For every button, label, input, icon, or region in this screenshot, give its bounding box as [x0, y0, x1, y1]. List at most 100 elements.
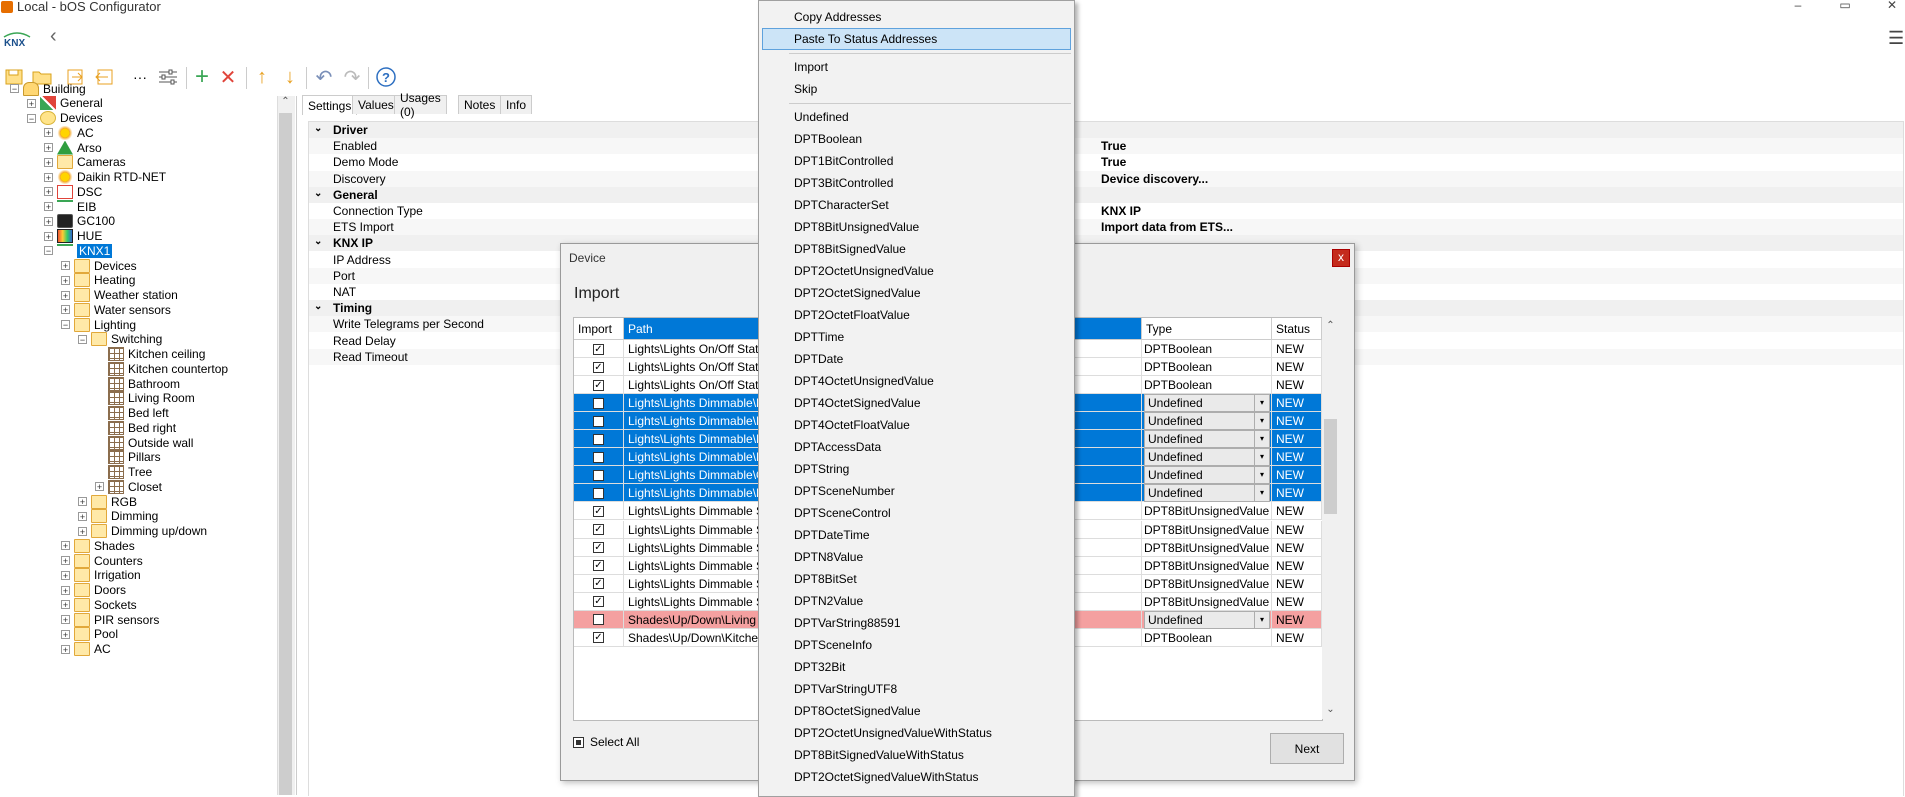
back-arrow-icon[interactable]: ‹ [50, 25, 57, 48]
type-cell[interactable]: DPTBoolean [1142, 376, 1272, 395]
expand-icon[interactable]: + [78, 511, 87, 521]
property-row[interactable]: Enabled True [309, 138, 1903, 155]
tree-scroll-thumb[interactable] [279, 113, 292, 795]
import-checkbox[interactable]: ✓ [593, 343, 604, 355]
context-menu-item[interactable]: DPT4OctetUnsignedValue [759, 370, 1074, 392]
type-dropdown[interactable]: Undefined ▾ [1144, 394, 1270, 413]
next-button[interactable]: Next [1270, 733, 1344, 764]
context-menu-item[interactable]: DPT2OctetFloatValue [759, 304, 1074, 326]
type-dropdown[interactable]: Undefined ▾ [1144, 448, 1270, 467]
import-checkbox[interactable]: ✓ [593, 560, 604, 572]
chevron-down-icon[interactable]: ▾ [1254, 449, 1269, 466]
move-down-icon[interactable]: ↓ [278, 64, 302, 90]
type-cell[interactable]: DPT8BitUnsignedValue [1142, 556, 1272, 575]
type-dropdown[interactable]: Undefined ▾ [1144, 466, 1270, 485]
chevron-down-icon[interactable]: ▾ [1254, 413, 1269, 430]
type-cell[interactable]: Undefined ▾ [1142, 394, 1272, 413]
import-checkbox[interactable]: ✓ [593, 524, 604, 535]
close-window-button[interactable]: ✕ [1880, 0, 1904, 12]
tree-item[interactable]: + AC [61, 641, 111, 658]
type-cell[interactable]: Undefined ▾ [1142, 466, 1272, 485]
import-checkbox[interactable] [593, 614, 604, 626]
column-header-type[interactable]: Type [1142, 318, 1272, 340]
expand-icon[interactable]: + [61, 615, 70, 625]
context-menu-item[interactable]: DPT1BitControlled [759, 150, 1074, 172]
import-checkbox[interactable] [593, 433, 604, 445]
expand-icon[interactable]: + [44, 143, 53, 153]
maximize-button[interactable]: ▭ [1833, 0, 1857, 12]
type-cell[interactable]: DPTBoolean [1142, 628, 1272, 647]
context-menu-item[interactable]: DPT2OctetUnsignedValue [759, 260, 1074, 282]
collapse-icon[interactable]: − [61, 320, 70, 330]
minimize-button[interactable]: – [1786, 0, 1810, 12]
expand-icon[interactable]: + [44, 157, 53, 167]
type-cell[interactable]: DPT8BitUnsignedValue [1142, 502, 1272, 521]
context-menu-item[interactable]: DPT8BitSet [759, 568, 1074, 590]
import-icon[interactable] [92, 64, 116, 90]
chevron-down-icon[interactable]: ▾ [1254, 431, 1269, 448]
expand-icon[interactable]: + [27, 98, 36, 108]
type-dropdown[interactable]: Undefined ▾ [1144, 610, 1270, 629]
type-cell[interactable]: DPT8BitUnsignedValue [1142, 574, 1272, 593]
collapse-category-icon[interactable]: ⌄ [314, 236, 322, 247]
tab-notes[interactable]: Notes [458, 95, 502, 114]
tab-info[interactable]: Info [500, 95, 533, 114]
more-icon[interactable]: ··· [128, 64, 152, 90]
context-menu-item[interactable]: DPTVarStringUTF8 [759, 678, 1074, 700]
add-icon[interactable]: + [190, 63, 214, 90]
menu-icon[interactable]: ☰ [1888, 28, 1904, 49]
import-checkbox[interactable] [593, 451, 604, 463]
collapse-icon[interactable]: − [44, 246, 53, 256]
type-dropdown[interactable]: Undefined ▾ [1144, 484, 1270, 503]
context-menu-item[interactable]: DPTDate [759, 348, 1074, 370]
context-menu-item[interactable]: DPTDateTime [759, 524, 1074, 546]
expand-icon[interactable]: + [61, 570, 70, 580]
import-checkbox[interactable] [593, 397, 604, 409]
tree-scroll-up-arrow[interactable]: ⌃ [279, 96, 292, 112]
expand-icon[interactable]: + [61, 585, 70, 595]
collapse-category-icon[interactable]: ⌄ [314, 123, 322, 134]
type-cell[interactable]: Undefined ▾ [1142, 430, 1272, 449]
type-cell[interactable]: Undefined ▾ [1142, 412, 1272, 431]
chevron-down-icon[interactable]: ▾ [1254, 611, 1269, 628]
type-cell[interactable]: DPTBoolean [1142, 340, 1272, 358]
collapse-icon[interactable]: − [10, 84, 19, 94]
context-menu-item[interactable]: DPT8BitSignedValueWithStatus [759, 744, 1074, 766]
context-menu-item[interactable]: DPT32Bit [759, 656, 1074, 678]
collapse-category-icon[interactable]: ⌄ [314, 301, 322, 312]
expand-icon[interactable]: + [44, 187, 53, 197]
context-menu-item[interactable]: Skip [759, 78, 1074, 100]
context-menu-item[interactable]: DPTSceneControl [759, 502, 1074, 524]
expand-icon[interactable]: + [61, 556, 70, 566]
column-header-status[interactable]: Status [1272, 318, 1322, 340]
expand-icon[interactable]: + [61, 629, 70, 639]
move-up-icon[interactable]: ↑ [250, 64, 274, 90]
tab-settings[interactable]: Settings [302, 95, 358, 115]
table-scrollbar[interactable] [1322, 317, 1339, 719]
expand-icon[interactable]: + [61, 644, 70, 654]
context-menu-item[interactable]: DPTVarString88591 [759, 612, 1074, 634]
undo-icon[interactable]: ↶ [312, 64, 336, 90]
property-category[interactable]: ⌄ Driver [309, 122, 1903, 138]
expand-icon[interactable]: + [61, 541, 70, 551]
type-cell[interactable]: Undefined ▾ [1142, 610, 1272, 629]
property-value[interactable]: True [1101, 139, 1126, 153]
type-dropdown[interactable]: Undefined ▾ [1144, 430, 1270, 449]
import-checkbox[interactable]: ✓ [593, 379, 604, 391]
context-menu-item[interactable]: DPT8BitUnsignedValue [759, 216, 1074, 238]
property-value[interactable]: KNX IP [1101, 204, 1141, 218]
settings-sliders-icon[interactable] [156, 64, 180, 90]
property-row[interactable]: ETS Import Import data from ETS... [309, 219, 1903, 236]
context-menu-item[interactable]: DPTTime [759, 326, 1074, 348]
select-all-box[interactable] [573, 736, 584, 748]
expand-icon[interactable]: + [61, 275, 70, 285]
context-menu-item[interactable]: DPT2OctetUnsignedValueWithStatus [759, 722, 1074, 744]
property-row[interactable]: Demo Mode True [309, 154, 1903, 170]
expand-icon[interactable]: + [61, 290, 70, 300]
context-menu-item[interactable]: DPT3BitControlled [759, 172, 1074, 194]
import-checkbox[interactable]: ✓ [593, 578, 604, 590]
table-scroll-thumb[interactable] [1324, 419, 1337, 514]
expand-icon[interactable]: + [61, 305, 70, 315]
expand-icon[interactable]: + [61, 600, 70, 610]
property-value[interactable]: True [1101, 155, 1126, 169]
